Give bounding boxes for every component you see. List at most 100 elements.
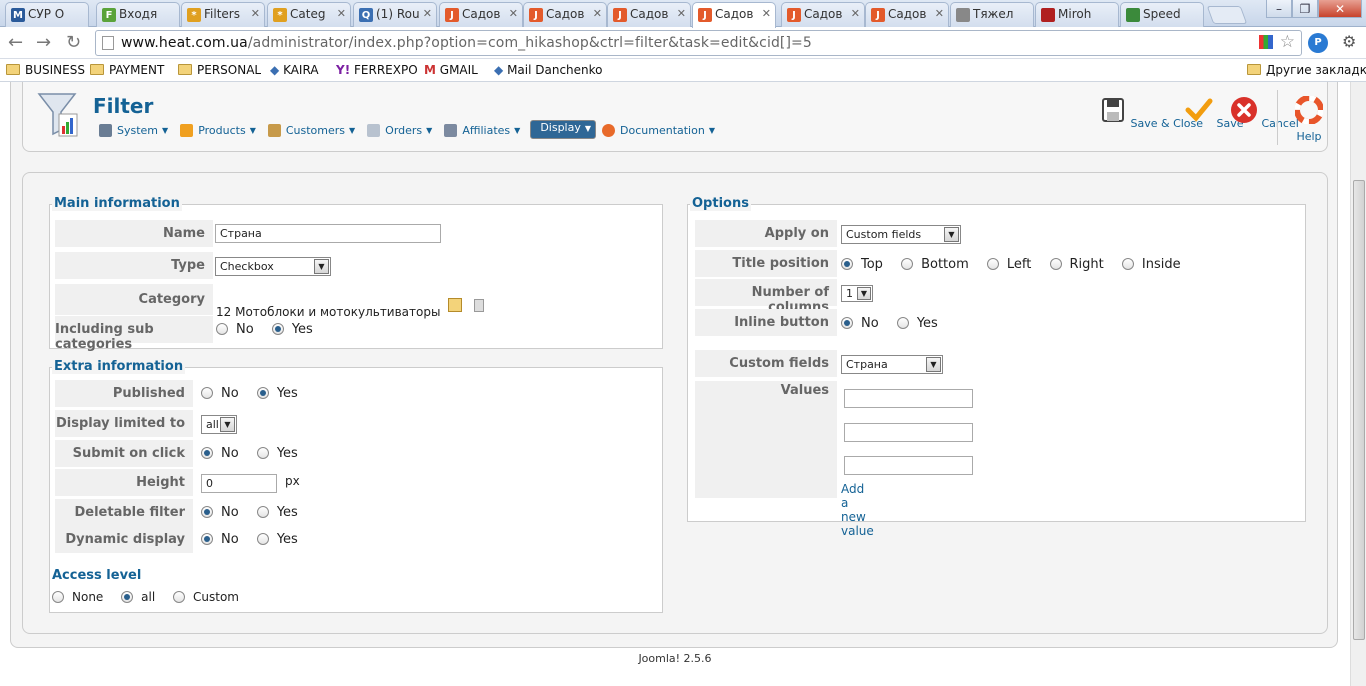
close-window-icon[interactable]: ✕ [1318,0,1362,18]
browser-tab[interactable]: J Садов ✕ [523,2,607,27]
browser-tab[interactable]: Miroh [1035,2,1119,27]
tab-close-icon[interactable]: ✕ [509,7,518,20]
browser-tab[interactable]: J Садов ✕ [607,2,691,27]
name-input[interactable]: Страна [215,224,441,243]
deletable-no-radio[interactable] [201,506,213,518]
menu-affiliates[interactable]: Affiliates ▼ [442,120,526,140]
access-level-legend: Access level [52,568,142,583]
new-tab-button[interactable] [1206,6,1248,24]
height-input[interactable]: 0 [201,474,277,493]
help-button[interactable]: Help [1291,95,1327,143]
submit-radio-group: No Yes [201,440,312,468]
position-inside-radio[interactable] [1121,258,1134,270]
scrollbar-thumb[interactable] [1353,180,1365,640]
position-top-radio[interactable] [841,258,853,270]
published-yes-radio[interactable] [256,387,269,399]
menu-system[interactable]: System ▼ [97,120,174,140]
browser-tab[interactable]: J Садов ✕ [692,2,776,28]
dynamic-yes-radio[interactable] [256,533,269,545]
inline-yes-radio[interactable] [896,317,909,329]
submit-no-radio[interactable] [201,447,213,459]
published-no-radio[interactable] [201,387,213,399]
tab-close-icon[interactable]: ✕ [337,7,346,20]
restore-icon[interactable]: ❐ [1292,0,1318,18]
subcat-yes-radio[interactable] [271,323,284,335]
bookmark-gmail[interactable]: M GMAIL [424,63,478,77]
browser-tab[interactable]: M СУР О [5,2,89,27]
edit-category-icon[interactable] [448,298,463,312]
bookmark-business[interactable]: BUSINESS [6,63,85,77]
access-all-radio[interactable] [121,591,134,603]
cancel-button[interactable]: Cancel [1230,96,1299,130]
access-custom-radio[interactable] [173,591,185,603]
position-right-radio[interactable] [1049,258,1062,270]
browser-tab[interactable]: * Filters ✕ [181,2,265,27]
extension-icon[interactable] [1259,35,1273,49]
value-input-2[interactable] [844,423,973,442]
browser-tab[interactable]: Speed [1120,2,1204,27]
bookmark-kaira[interactable]: ◆ KAIRA [270,63,319,77]
gmail-icon: M [424,63,436,77]
dynamic-no-radio[interactable] [201,533,213,545]
reload-icon[interactable]: ↻ [66,32,81,53]
kaira-icon: ◆ [270,63,280,77]
height-unit: px [285,474,300,488]
address-bar[interactable]: www.heat.com.ua/administrator/index.php?… [95,30,1302,56]
browser-tab[interactable]: Q (1) Rou ✕ [353,2,437,27]
custom-fields-select[interactable]: Страна ▼ [841,355,943,374]
menu-customers[interactable]: Customers ▼ [266,120,361,140]
add-new-value-link[interactable]: Add a new value [841,482,874,538]
tab-close-icon[interactable]: ✕ [935,7,944,20]
position-bottom-radio[interactable] [901,258,914,270]
forward-icon[interactable]: → [36,32,51,53]
tab-favicon-icon: J [445,8,459,22]
translate-icon[interactable]: P [1308,33,1328,53]
chevron-down-icon: ▼ [944,227,959,242]
apply-on-select[interactable]: Custom fields ▼ [841,225,961,244]
tab-close-icon[interactable]: ✕ [677,7,686,20]
dynamic-radio-group: No Yes [201,526,312,554]
browser-tab[interactable]: F Входя [96,2,180,27]
submit-yes-radio[interactable] [256,447,269,459]
position-left-radio[interactable] [986,258,999,270]
value-input-1[interactable] [844,389,973,408]
tab-close-icon[interactable]: ✕ [851,7,860,20]
columns-select[interactable]: 1 ▼ [841,285,873,302]
tab-favicon-icon: M [11,8,25,22]
tab-close-icon[interactable]: ✕ [251,7,260,20]
browser-tab[interactable]: J Садов ✕ [865,2,949,27]
minimize-icon[interactable]: – [1266,0,1292,18]
delete-category-icon[interactable] [474,299,485,312]
browser-tab[interactable]: * Categ ✕ [267,2,351,27]
access-none-radio[interactable] [52,591,64,603]
star-icon[interactable]: ☆ [1280,32,1295,52]
browser-tab[interactable]: J Садов ✕ [781,2,865,27]
browser-tab[interactable]: Тяжел [950,2,1034,27]
display-limited-select[interactable]: all ▼ [201,415,237,434]
wrench-icon[interactable]: ⚙ [1342,32,1356,51]
bookmark-mail-danchenko[interactable]: ◆ Mail Danchenko [494,63,603,77]
tab-close-icon[interactable]: ✕ [762,7,771,20]
check-icon [1185,98,1213,122]
type-select[interactable]: Checkbox ▼ [215,257,331,276]
tab-close-icon[interactable]: ✕ [423,7,432,20]
menu-display[interactable]: Display ▼ [530,120,597,139]
menu-products[interactable]: Products ▼ [178,120,262,140]
browser-tab[interactable]: J Садов ✕ [439,2,523,27]
bookmark-ferrexpo[interactable]: Y! FERREXPO [336,63,418,77]
deletable-yes-radio[interactable] [256,506,269,518]
bookmark-payment[interactable]: PAYMENT [90,63,164,77]
back-icon[interactable]: ← [8,32,23,53]
menu-orders[interactable]: Orders ▼ [365,120,438,140]
page-scrollbar[interactable] [1350,82,1366,686]
menu-documentation[interactable]: Documentation ▼ [600,120,721,140]
bookmark-personal[interactable]: PERSONAL [178,63,261,77]
tab-favicon-icon: Q [359,8,373,22]
tab-close-icon[interactable]: ✕ [593,7,602,20]
subcat-no-radio[interactable] [216,323,228,335]
inline-no-radio[interactable] [841,317,853,329]
value-input-3[interactable] [844,456,973,475]
other-bookmarks[interactable]: Другие закладки [1247,63,1366,77]
tab-label: СУР О [28,7,65,21]
tab-favicon-icon: F [102,8,116,22]
